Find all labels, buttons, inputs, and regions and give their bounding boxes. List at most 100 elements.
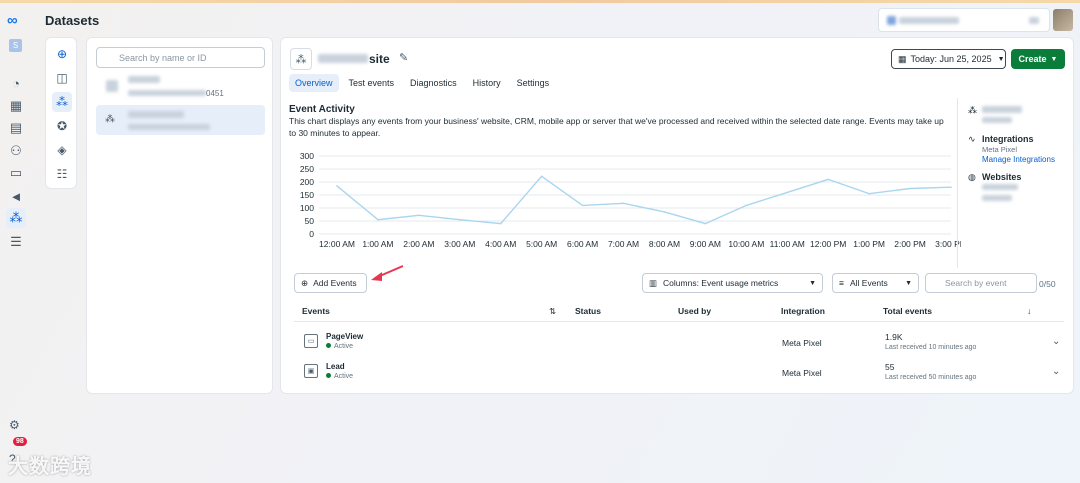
dataset-list-item[interactable]: 0451 [96,74,265,104]
datasets-icon[interactable]: ⁂ [52,92,72,112]
data-point[interactable] [950,186,952,188]
event-name: Lead [326,362,345,371]
campaigns-icon[interactable]: ◄ [6,186,26,206]
x-tick-label: 5:00 AM [526,239,557,249]
account-selector[interactable] [878,8,1050,32]
data-point[interactable] [909,187,911,190]
x-tick-label: 2:00 PM [894,239,926,249]
notification-badge: 98 [13,437,27,446]
events-manager-icon[interactable]: ⁂ [6,208,26,228]
event-activity-title: Event Activity [289,104,355,115]
event-search-input[interactable] [925,273,1037,293]
data-point[interactable] [622,202,625,205]
data-point[interactable] [827,178,829,181]
event-activity-chart: 300 250 200 150 100 50 0 12:00 AM 1:00 AM 2:00 AM… [300,151,961,249]
checklist-icon[interactable]: ☷ [52,164,72,184]
dataset-tabs: Overview Test events Diagnostics History… [289,74,555,92]
layout-icon[interactable]: ◫ [52,68,72,88]
integrations-sub: Meta Pixel [982,145,1018,154]
data-point[interactable] [704,222,707,225]
date-range-picker[interactable]: ▦ Today: Jun 25, 2025 ▼ [891,49,1006,69]
filter-label: All Events [849,278,888,288]
dataset-list-item-selected[interactable]: ⁂ [96,105,265,135]
data-point[interactable] [745,204,748,207]
left-rail: ∞ S ◔ ▦ ▤ ⚇ ▭ ◄ ⁂ ☰ [0,0,32,483]
x-tick-label: 12:00 PM [810,239,846,249]
event-integration: Meta Pixel [782,368,822,378]
top-accent-stripe [0,0,1080,3]
websites-title: Websites [982,172,1022,182]
tab-test-events[interactable]: Test events [343,74,401,92]
data-point[interactable] [581,204,584,207]
col-events[interactable]: Events [302,306,330,316]
dataset-search-input[interactable] [96,47,265,68]
x-tick-label: 10:00 AM [728,239,764,249]
data-point[interactable] [418,214,420,217]
edit-name-icon[interactable]: ✎ [399,51,408,64]
integrations-title: Integrations [982,134,1034,144]
add-events-button[interactable]: ⊕ Add Events [294,273,367,293]
add-circle-icon: ⊕ [301,277,309,288]
account-icon[interactable]: S [9,39,22,52]
settings-icon[interactable]: ⚙ [9,418,20,432]
tab-diagnostics[interactable]: Diagnostics [404,74,463,92]
tab-history[interactable]: History [467,74,507,92]
table-row[interactable]: ▣ Lead Active Meta Pixel 55 Last receive… [294,358,1064,386]
data-point[interactable] [540,175,543,178]
add-events-label: Add Events [313,278,357,288]
col-integration[interactable]: Integration [781,306,825,316]
tab-overview[interactable]: Overview [289,74,339,92]
y-tick-label: 0 [309,229,314,239]
catalog-icon[interactable]: ▤ [6,118,26,138]
col-used-by[interactable]: Used by [678,306,711,316]
columns-icon: ▥ [649,277,658,288]
dataset-list-panel: ⌕ 0451 ⁂ [86,37,273,394]
columns-select[interactable]: ▥ Columns: Event usage metrics ▼ [642,273,823,293]
data-point[interactable] [459,218,461,221]
data-point[interactable] [663,211,666,213]
table-icon[interactable]: ▦ [6,96,26,116]
chevron-down-icon[interactable]: ⌄ [1052,366,1060,377]
star-icon[interactable]: ✪ [52,116,72,136]
meta-logo-icon[interactable]: ∞ [7,12,18,29]
sort-desc-icon[interactable]: ↓ [1027,306,1031,316]
col-total-events[interactable]: Total events [883,306,932,316]
chevron-down-icon: ▼ [1050,55,1058,63]
event-filter-select[interactable]: ≡ All Events ▼ [832,273,919,293]
table-row[interactable]: ▭ PageView Active Meta Pixel 1.9K Last r… [294,328,1064,356]
y-tick-label: 150 [300,190,314,200]
menu-icon[interactable]: ☰ [6,232,26,252]
billing-icon[interactable]: ▭ [6,163,26,183]
avatar[interactable] [1053,9,1073,31]
lead-icon: ▣ [304,364,318,378]
data-point[interactable] [377,218,379,221]
x-tick-label: 1:00 AM [362,239,393,249]
watermark: 大数跨境 [8,456,92,478]
event-count: 0/50 [1039,279,1056,289]
tab-settings[interactable]: Settings [511,74,556,92]
audiences-icon[interactable]: ⚇ [6,141,26,161]
data-point[interactable] [499,222,502,225]
columns-label: Columns: Event usage metrics [663,278,779,288]
x-tick-label: 6:00 AM [567,239,598,249]
dashboard-icon[interactable]: ◔ [6,73,26,93]
data-point[interactable] [336,185,338,187]
dataset-icon: ⁂ [105,114,115,125]
sort-icon[interactable]: ⇅ [549,306,556,317]
pageview-icon: ▭ [304,334,318,348]
create-button[interactable]: Create ▼ [1011,49,1065,69]
add-icon[interactable]: ⊕ [52,44,72,64]
page-title: Datasets [45,13,100,28]
dataset-id: 0451 [206,89,224,98]
col-status[interactable]: Status [575,306,601,316]
chevron-down-icon[interactable]: ⌄ [1052,336,1060,347]
event-status: Active [326,343,353,350]
partners-icon[interactable]: ◈ [52,140,72,160]
annotation-arrow [371,265,404,281]
event-total: 55 [885,362,895,372]
manage-integrations-link[interactable]: Manage Integrations [982,155,1055,164]
x-tick-label: 1:00 PM [853,239,885,249]
data-point[interactable] [868,192,870,195]
chevron-down-icon: ▼ [905,279,912,287]
data-point[interactable] [786,191,789,194]
